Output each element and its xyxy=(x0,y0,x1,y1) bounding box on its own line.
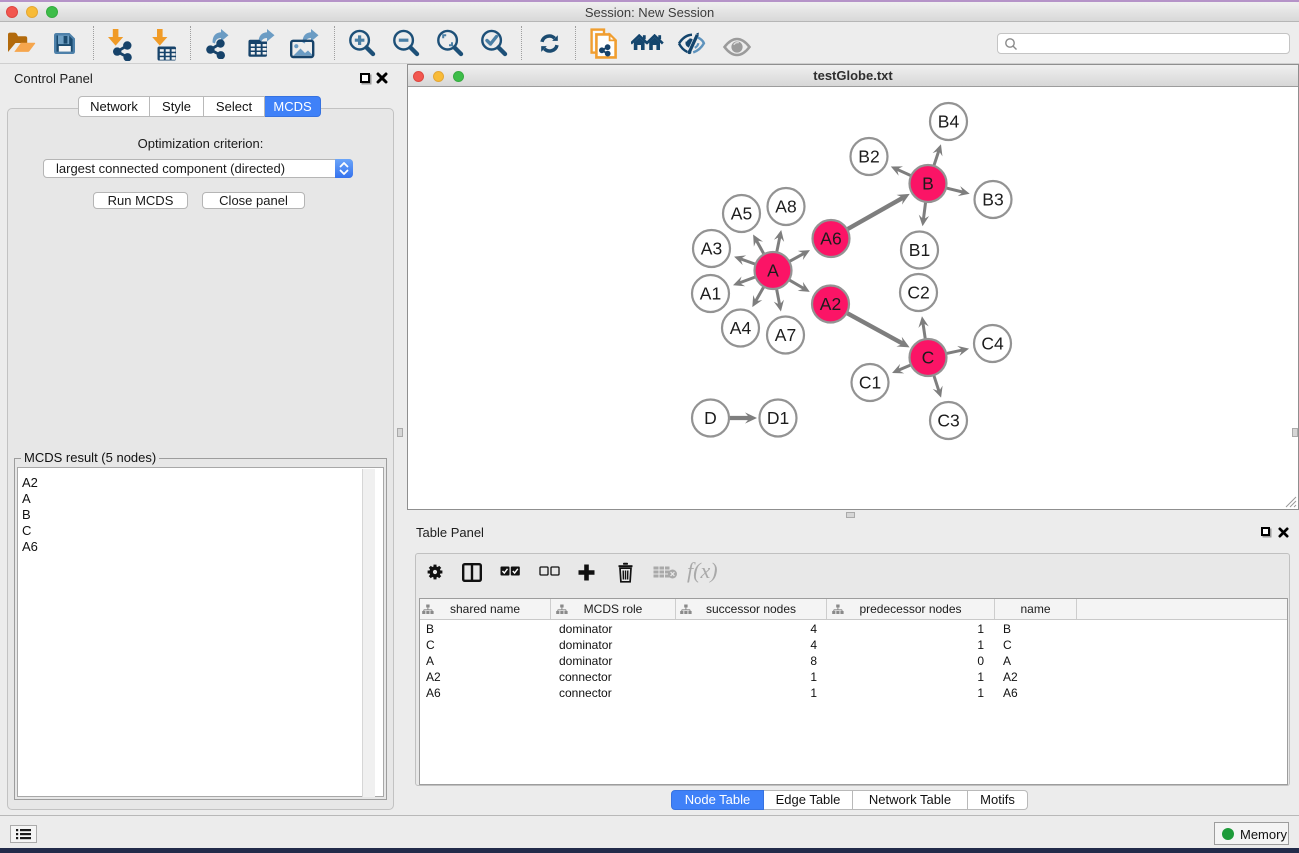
svg-text:D1: D1 xyxy=(767,408,789,428)
svg-text:A: A xyxy=(767,261,779,281)
svg-text:B1: B1 xyxy=(909,240,930,260)
svg-text:A7: A7 xyxy=(775,325,796,345)
svg-text:B2: B2 xyxy=(858,147,879,167)
svg-text:B4: B4 xyxy=(938,112,960,132)
svg-text:A6: A6 xyxy=(820,229,841,249)
svg-text:A8: A8 xyxy=(775,197,796,217)
svg-text:C2: C2 xyxy=(907,283,929,303)
svg-text:C: C xyxy=(922,348,935,368)
svg-text:C4: C4 xyxy=(981,334,1004,354)
svg-text:A5: A5 xyxy=(731,204,752,224)
svg-text:C3: C3 xyxy=(937,411,959,431)
svg-text:B: B xyxy=(922,174,934,194)
svg-text:D: D xyxy=(704,408,717,428)
svg-text:A3: A3 xyxy=(701,239,722,259)
svg-text:C1: C1 xyxy=(859,373,881,393)
svg-text:A2: A2 xyxy=(820,294,841,314)
svg-text:A4: A4 xyxy=(730,318,752,338)
svg-text:B3: B3 xyxy=(982,190,1003,210)
svg-text:A1: A1 xyxy=(700,284,721,304)
